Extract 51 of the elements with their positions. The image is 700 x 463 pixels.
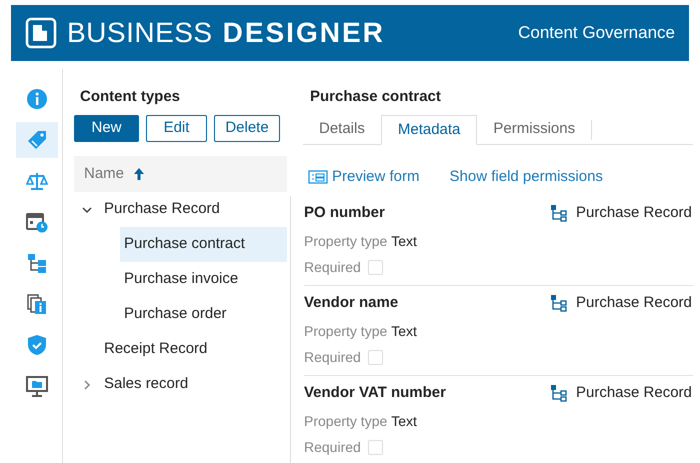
column-header[interactable]: Name: [74, 156, 287, 192]
hierarchy-icon: [550, 294, 568, 312]
required-checkbox[interactable]: [368, 260, 383, 274]
property-value: Text: [391, 322, 417, 340]
logo-icon: [25, 17, 57, 49]
link[interactable]: Show field permissions: [450, 166, 603, 188]
required-label: Required: [304, 348, 361, 367]
property-label: Property type: [304, 412, 388, 431]
property-value: Text: [391, 412, 417, 430]
panel-title: Content types: [79, 87, 182, 106]
info-icon: [26, 88, 48, 110]
tab[interactable]: Metadata: [380, 115, 478, 145]
form-icon: [308, 170, 328, 184]
source-label: Purchase Record: [576, 292, 692, 313]
tag-icon: [26, 129, 48, 151]
shield-icon: [26, 334, 48, 356]
property-label: Property type: [304, 322, 388, 341]
tree-item[interactable]: Sales record: [100, 367, 287, 402]
tree-item[interactable]: Receipt Record: [100, 332, 287, 367]
field-name: PO number: [304, 202, 385, 223]
required-checkbox[interactable]: [368, 350, 383, 364]
tree-item[interactable]: Purchase Record: [100, 192, 287, 227]
panel-title: Purchase contract: [309, 87, 442, 106]
action-button[interactable]: Edit: [146, 115, 207, 142]
action-button[interactable]: New: [74, 115, 139, 142]
source-label: Purchase Record: [576, 382, 692, 403]
action-button[interactable]: Delete: [214, 115, 280, 142]
tree-item[interactable]: Purchase order: [120, 297, 287, 332]
tab[interactable]: Permissions: [477, 115, 592, 144]
property-label: Property type: [304, 232, 388, 251]
calendar-icon: [26, 211, 48, 233]
required-checkbox[interactable]: [368, 440, 383, 454]
source-label: Purchase Record: [576, 202, 692, 223]
app-title: Content Governance: [518, 22, 675, 44]
required-label: Required: [304, 258, 361, 277]
hierarchy-icon: [550, 204, 568, 222]
logo-text: BUSINESS: [67, 16, 213, 50]
field-name: Vendor VAT number: [304, 382, 446, 403]
hierarchy-icon: [550, 384, 568, 402]
property-value: Text: [391, 232, 417, 250]
docs-icon: [26, 293, 48, 315]
link[interactable]: Preview form: [308, 166, 420, 188]
field-name: Vendor name: [304, 292, 398, 313]
required-label: Required: [304, 438, 361, 457]
tab[interactable]: Details: [303, 115, 381, 144]
tree-item[interactable]: Purchase invoice: [120, 262, 287, 297]
monitor-icon: [26, 375, 48, 397]
logo-text: DESIGNER: [222, 16, 385, 50]
tree-icon: [26, 252, 48, 274]
tree-item[interactable]: Purchase contract: [120, 227, 287, 262]
scale-icon: [26, 170, 48, 192]
